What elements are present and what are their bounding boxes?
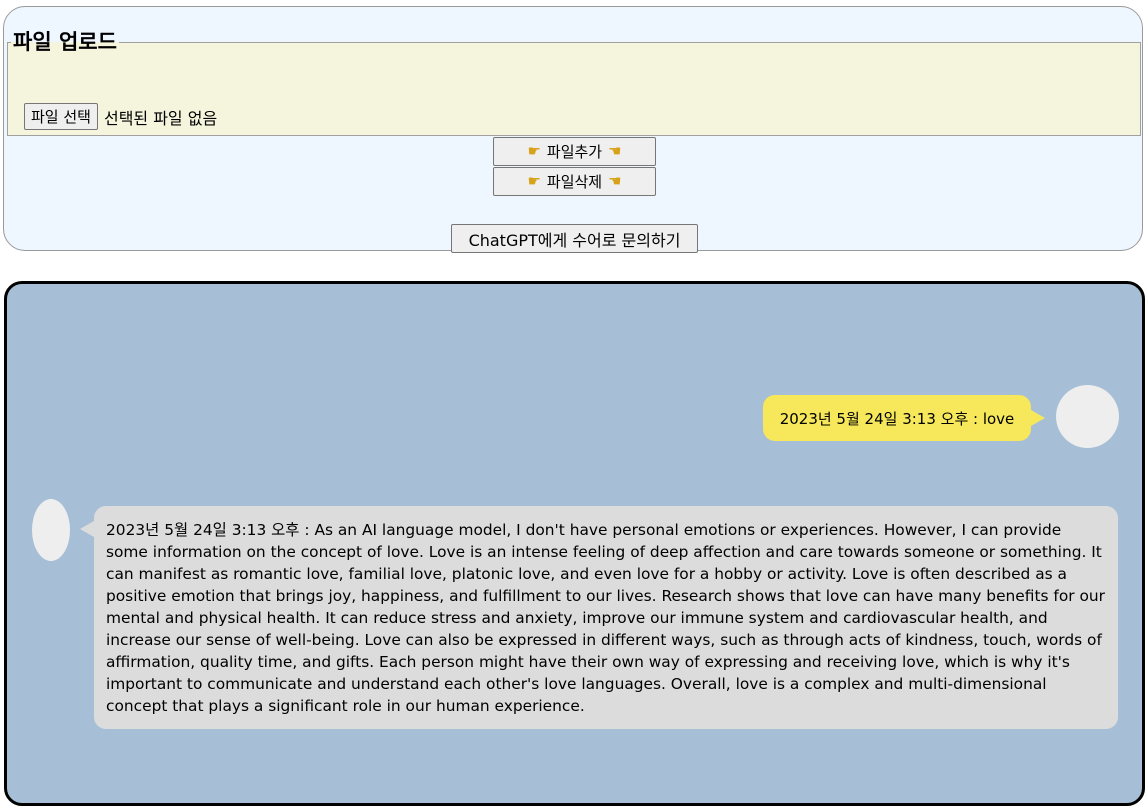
file-input[interactable]: 파일 선택 선택된 파일 없음	[24, 103, 217, 130]
add-file-label: 파일추가	[546, 143, 603, 161]
delete-file-button[interactable]: ☛ 파일삭제 ☛	[493, 167, 656, 196]
pointing-hand-icon: ☛	[608, 172, 622, 190]
chat-panel[interactable]: 2023년 5월 24일 3:13 오후 : love 2023년 5월 24일…	[4, 281, 1145, 806]
pointing-hand-icon: ☛	[527, 142, 541, 160]
user-message-text: 2023년 5월 24일 3:13 오후 : love	[779, 409, 1015, 428]
choose-file-button[interactable]: 파일 선택	[24, 103, 98, 130]
ask-chatgpt-button[interactable]: ChatGPT에게 수어로 문의하기	[451, 224, 698, 253]
pointing-hand-icon: ☛	[527, 172, 541, 190]
assistant-avatar	[32, 499, 70, 561]
upload-fieldset: 파일 업로드 파일 선택 선택된 파일 없음	[7, 30, 1141, 136]
delete-file-label: 파일삭제	[546, 173, 603, 191]
assistant-message-text: 2023년 5월 24일 3:13 오후 : As an AI language…	[106, 521, 1105, 715]
add-file-button[interactable]: ☛ 파일추가 ☛	[493, 137, 656, 166]
upload-legend: 파일 업로드	[13, 30, 117, 54]
file-status: 선택된 파일 없음	[103, 108, 218, 128]
upload-panel: 파일 업로드 파일 선택 선택된 파일 없음 ☛ 파일추가 ☛ ☛ 파일삭제 ☛…	[3, 6, 1143, 253]
user-avatar	[1056, 385, 1119, 448]
pointing-hand-icon: ☛	[608, 142, 622, 160]
user-message-bubble: 2023년 5월 24일 3:13 오후 : love	[763, 395, 1045, 441]
assistant-message-bubble: 2023년 5월 24일 3:13 오후 : As an AI language…	[80, 506, 1118, 729]
